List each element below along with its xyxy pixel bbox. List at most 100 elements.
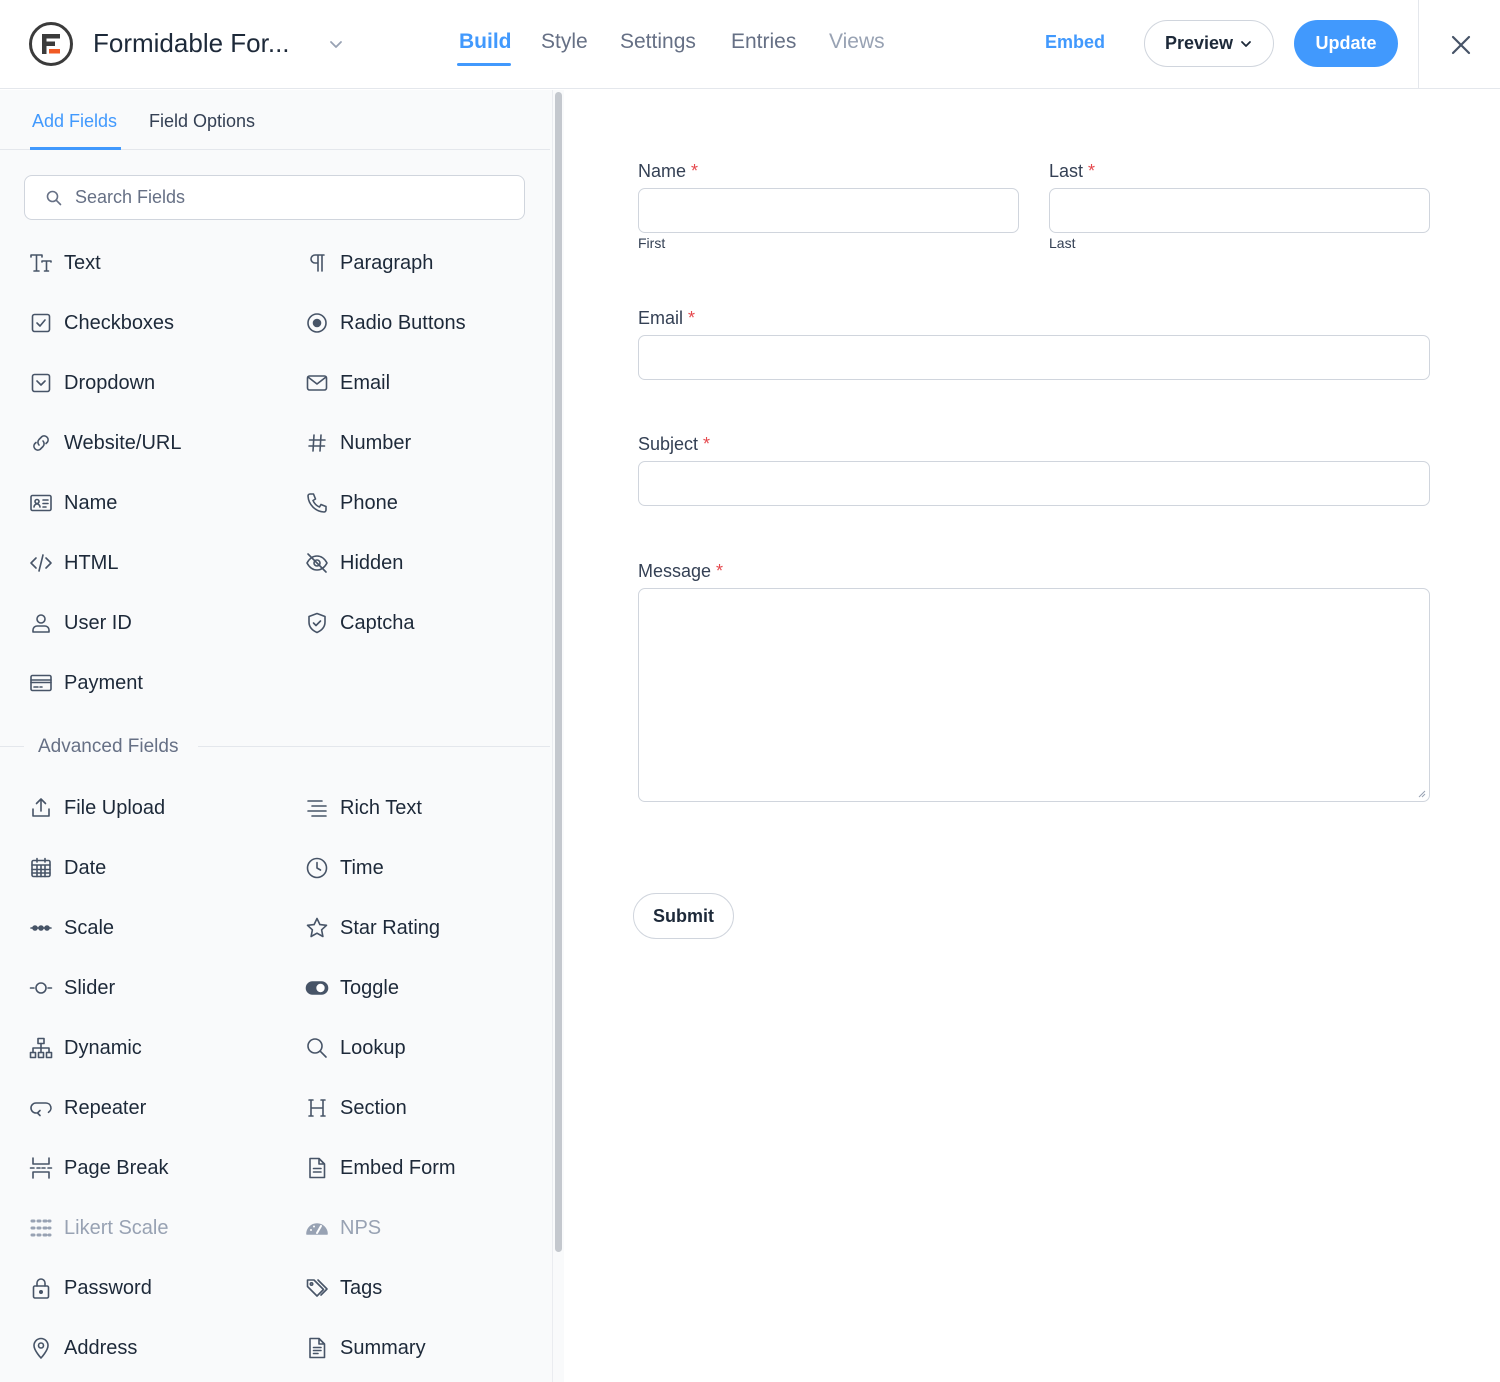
radio-icon <box>304 310 330 336</box>
field-password[interactable]: Password <box>28 1268 278 1308</box>
subject-input[interactable] <box>638 461 1430 506</box>
search-fields-input[interactable] <box>75 176 515 219</box>
field-label: Name <box>64 491 118 514</box>
field-website-url[interactable]: Website/URL <box>28 423 278 463</box>
field-email[interactable]: Email <box>304 363 554 403</box>
field-date[interactable]: Date <box>28 848 278 888</box>
field-dynamic[interactable]: Dynamic <box>28 1028 278 1068</box>
sidebar-tabs: Add Fields Field Options <box>0 90 550 150</box>
sidebar-scrollbar[interactable] <box>552 90 564 1382</box>
tab-field-options[interactable]: Field Options <box>149 111 255 132</box>
field-paragraph[interactable]: Paragraph <box>304 243 554 283</box>
field-phone[interactable]: Phone <box>304 483 554 523</box>
field-repeater[interactable]: Repeater <box>28 1088 278 1128</box>
preview-button-label: Preview <box>1164 33 1234 53</box>
first-sublabel: First <box>638 235 666 251</box>
grid-dots-icon <box>28 1215 54 1241</box>
email-label-text: Email <box>638 308 684 328</box>
preview-button[interactable]: Preview <box>1144 20 1274 67</box>
field-nps[interactable]: NPS <box>304 1208 554 1248</box>
close-icon[interactable] <box>1446 30 1476 60</box>
tab-settings[interactable]: Settings <box>620 30 696 54</box>
field-label: Website/URL <box>64 431 182 454</box>
field-slider[interactable]: Slider <box>28 968 278 1008</box>
required-marker: * <box>1088 161 1096 181</box>
field-star-rating[interactable]: Star Rating <box>304 908 554 948</box>
last-label-text: Last <box>1049 161 1084 181</box>
field-label: Radio Buttons <box>340 311 466 334</box>
field-hidden[interactable]: Hidden <box>304 543 554 583</box>
advanced-fields-title: Advanced Fields <box>38 736 179 757</box>
embed-link[interactable]: Embed <box>1045 32 1105 53</box>
document-icon <box>304 1155 330 1181</box>
search-icon <box>46 190 62 206</box>
name-label-text: Name <box>638 161 687 181</box>
field-name[interactable]: Name <box>28 483 278 523</box>
field-html[interactable]: HTML <box>28 543 278 583</box>
field-radio-buttons[interactable]: Radio Buttons <box>304 303 554 343</box>
field-label: Star Rating <box>340 916 441 939</box>
field-captcha[interactable]: Captcha <box>304 603 554 643</box>
field-label: Checkboxes <box>64 311 175 334</box>
tab-views[interactable]: Views <box>829 30 885 54</box>
update-button[interactable]: Update <box>1294 20 1398 67</box>
envelope-icon <box>304 370 330 396</box>
field-user-id[interactable]: User ID <box>28 603 278 643</box>
submit-button[interactable]: Submit <box>633 893 734 939</box>
dropdown-icon <box>28 370 54 396</box>
field-label: Summary <box>340 1336 426 1359</box>
resize-grip-icon[interactable] <box>1418 790 1426 798</box>
field-label: Scale <box>64 916 115 939</box>
field-label: Tags <box>340 1276 383 1299</box>
tab-entries[interactable]: Entries <box>731 30 796 54</box>
last-sublabel: Last <box>1049 235 1076 251</box>
field-label: Payment <box>64 671 143 694</box>
first-name-input[interactable] <box>638 188 1019 233</box>
scrollbar-thumb[interactable] <box>555 92 562 1252</box>
field-summary[interactable]: Summary <box>304 1328 554 1368</box>
section-divider <box>0 746 24 747</box>
required-marker: * <box>691 161 699 181</box>
tab-add-fields-underline <box>30 147 121 150</box>
toggle-icon <box>304 975 330 1001</box>
field-tags[interactable]: Tags <box>304 1268 554 1308</box>
field-toggle[interactable]: Toggle <box>304 968 554 1008</box>
field-checkboxes[interactable]: Checkboxes <box>28 303 278 343</box>
email-label: Email * <box>638 308 695 329</box>
align-icon <box>304 795 330 821</box>
field-file-upload[interactable]: File Upload <box>28 788 278 828</box>
field-section[interactable]: Section <box>304 1088 554 1128</box>
field-text[interactable]: Text <box>28 243 278 283</box>
tab-add-fields[interactable]: Add Fields <box>32 111 117 132</box>
shield-icon <box>304 610 330 636</box>
field-lookup[interactable]: Lookup <box>304 1028 554 1068</box>
field-page-break[interactable]: Page Break <box>28 1148 278 1188</box>
field-number[interactable]: Number <box>304 423 554 463</box>
field-address[interactable]: Address <box>28 1328 278 1368</box>
field-rich-text[interactable]: Rich Text <box>304 788 554 828</box>
field-label: HTML <box>64 551 119 574</box>
field-label: File Upload <box>64 796 166 819</box>
message-label: Message * <box>638 561 723 582</box>
email-input[interactable] <box>638 335 1430 380</box>
field-label: Toggle <box>340 976 399 999</box>
field-label: Embed Form <box>340 1156 456 1179</box>
field-likert-scale[interactable]: Likert Scale <box>28 1208 278 1248</box>
field-time[interactable]: Time <box>304 848 554 888</box>
message-textarea[interactable] <box>638 588 1430 802</box>
tab-build[interactable]: Build <box>459 30 512 54</box>
top-bar: Formidable For... Build Style Settings E… <box>0 0 1500 89</box>
field-dropdown[interactable]: Dropdown <box>28 363 278 403</box>
header-divider <box>1418 0 1419 89</box>
field-scale[interactable]: Scale <box>28 908 278 948</box>
field-embed-form[interactable]: Embed Form <box>304 1148 554 1188</box>
last-name-input[interactable] <box>1049 188 1430 233</box>
paragraph-icon <box>304 250 330 276</box>
required-marker: * <box>716 561 724 581</box>
lock-icon <box>28 1275 54 1301</box>
star-icon <box>304 915 330 941</box>
formidable-logo-icon[interactable] <box>28 21 74 67</box>
chevron-down-icon[interactable] <box>326 34 346 54</box>
tab-style[interactable]: Style <box>541 30 588 54</box>
field-payment[interactable]: Payment <box>28 663 278 703</box>
